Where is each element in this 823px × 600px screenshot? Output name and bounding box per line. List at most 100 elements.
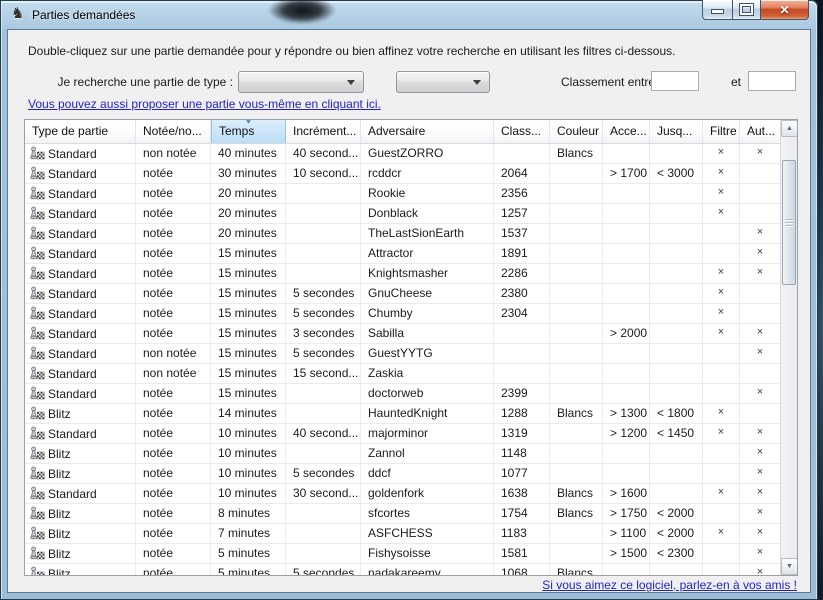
cell-time: 20 minutes: [211, 184, 286, 203]
table-row[interactable]: Blitznotée5 minutes5 secondesnadakareemy…: [25, 564, 797, 576]
column-header-until[interactable]: Jusq...: [650, 120, 703, 143]
cell-rating: 2286: [494, 264, 550, 283]
table-row[interactable]: Standardnotée15 minutes5 secondesChumby2…: [25, 304, 797, 324]
table-row[interactable]: Standardnotée20 minutesTheLastSionEarth1…: [25, 224, 797, 244]
propose-game-link[interactable]: Vous pouvez aussi proposer une partie vo…: [28, 97, 381, 111]
table-row[interactable]: Standardnotée15 minutesdoctorweb2399×: [25, 384, 797, 404]
column-header-auto[interactable]: Aut...: [740, 120, 781, 143]
share-software-link[interactable]: Si vous aimez ce logiciel, parlez-en à v…: [24, 578, 797, 592]
game-type-text: Standard: [48, 287, 97, 301]
table-row[interactable]: Blitznotée8 minutessfcortes1754Blancs> 1…: [25, 504, 797, 524]
cell-type: Standard: [25, 204, 136, 223]
table-row[interactable]: Blitznotée10 minutesZannol1148×: [25, 444, 797, 464]
table-row[interactable]: Standardnotée15 minutesAttractor1891×: [25, 244, 797, 264]
chevron-down-icon: [473, 80, 481, 85]
cell-color: [550, 384, 603, 403]
search-type-label: Je recherche une partie de type :: [20, 75, 233, 89]
column-header-color[interactable]: Couleur: [550, 120, 603, 143]
rating-min-input[interactable]: [651, 71, 699, 91]
title-bar[interactable]: ♞ Parties demandées ✕: [0, 0, 818, 30]
cell-filter: [703, 464, 740, 483]
cell-auto: ×: [740, 324, 781, 343]
cell-filter: ×: [703, 404, 740, 423]
table-row[interactable]: Standardnotée30 minutes10 second...rcddc…: [25, 164, 797, 184]
table-row[interactable]: Standardnotée15 minutes3 secondesSabilla…: [25, 324, 797, 344]
cell-accept: > 1600: [603, 484, 650, 503]
table-row[interactable]: Standardnon notée40 minutes40 second...G…: [25, 144, 797, 164]
cell-accept: [603, 244, 650, 263]
column-header-label: Class...: [501, 124, 541, 138]
cell-rated: notée: [136, 284, 211, 303]
table-row[interactable]: Standardnon notée15 minutes15 second...Z…: [25, 364, 797, 384]
minimize-button[interactable]: [702, 0, 732, 20]
chess-pawn-icon: [29, 286, 45, 301]
table-row[interactable]: Blitznotée14 minutesHauntedKnight1288Bla…: [25, 404, 797, 424]
cell-increment: 40 second...: [286, 144, 361, 163]
table-row[interactable]: Blitznotée10 minutes5 secondesddcf1077×: [25, 464, 797, 484]
close-button[interactable]: ✕: [761, 0, 809, 20]
rating-max-input[interactable]: [748, 71, 796, 91]
close-icon: ✕: [779, 4, 789, 16]
cell-opponent: Zaskia: [361, 364, 494, 383]
cell-rated: notée: [136, 304, 211, 323]
column-header-rated[interactable]: Notée/no...: [136, 120, 211, 143]
game-type-text: Standard: [48, 147, 97, 161]
table-row[interactable]: Standardnotée15 minutes5 secondesGnuChee…: [25, 284, 797, 304]
column-header-rating[interactable]: Class...: [494, 120, 550, 143]
column-header-increment[interactable]: Incrément...: [286, 120, 361, 143]
cell-accept: [603, 184, 650, 203]
cell-type: Blitz: [25, 504, 136, 523]
cell-auto: ×: [740, 424, 781, 443]
column-header-label: Aut...: [747, 124, 775, 138]
table-row[interactable]: Standardnotée15 minutesKnightsmasher2286…: [25, 264, 797, 284]
chess-pawn-icon: [29, 426, 45, 441]
column-header-label: Temps: [219, 124, 254, 138]
vertical-scrollbar[interactable]: ▲ ▼: [780, 120, 797, 575]
cell-until: [650, 144, 703, 163]
cell-type: Standard: [25, 284, 136, 303]
scroll-up-button[interactable]: ▲: [781, 120, 798, 137]
cell-filter: ×: [703, 424, 740, 443]
cell-color: [550, 344, 603, 363]
column-header-time[interactable]: ▼Temps: [211, 120, 286, 143]
cell-auto: ×: [740, 464, 781, 483]
cell-rating: [494, 364, 550, 383]
wallpaper-smudge: [262, 0, 342, 26]
column-header-label: Filtre: [710, 124, 737, 138]
cell-increment: [286, 504, 361, 523]
column-header-opponent[interactable]: Adversaire: [361, 120, 494, 143]
cell-type: Standard: [25, 224, 136, 243]
cell-filter: ×: [703, 284, 740, 303]
column-header-filter[interactable]: Filtre: [703, 120, 740, 143]
cell-color: [550, 464, 603, 483]
cell-color: [550, 324, 603, 343]
maximize-button[interactable]: [732, 0, 761, 20]
table-row[interactable]: Blitznotée7 minutesASFCHESS1183> 1100< 2…: [25, 524, 797, 544]
table-row[interactable]: Standardnotée20 minutesDonblack1257×: [25, 204, 797, 224]
table-row[interactable]: Blitznotée5 minutesFishysoisse1581> 1500…: [25, 544, 797, 564]
cell-time: 15 minutes: [211, 244, 286, 263]
game-time-combobox[interactable]: [396, 71, 490, 93]
cell-until: [650, 224, 703, 243]
intro-text: Double-cliquez sur une partie demandée p…: [28, 44, 675, 58]
table-row[interactable]: Standardnotée10 minutes30 second...golde…: [25, 484, 797, 504]
cell-opponent: Zannol: [361, 444, 494, 463]
game-type-text: Blitz: [48, 527, 71, 541]
cell-type: Blitz: [25, 524, 136, 543]
table-row[interactable]: Standardnotée10 minutes40 second...major…: [25, 424, 797, 444]
cell-color: [550, 524, 603, 543]
scrollbar-thumb[interactable]: [782, 160, 796, 285]
cell-type: Standard: [25, 184, 136, 203]
column-header-label: Acce...: [610, 124, 647, 138]
column-header-accept[interactable]: Acce...: [603, 120, 650, 143]
game-type-combobox[interactable]: [238, 71, 364, 93]
scroll-down-button[interactable]: ▼: [781, 558, 798, 575]
cell-until: [650, 184, 703, 203]
cell-time: 20 minutes: [211, 224, 286, 243]
table-row[interactable]: Standardnon notée15 minutes5 secondesGue…: [25, 344, 797, 364]
cell-accept: [603, 444, 650, 463]
cell-rating: 1288: [494, 404, 550, 423]
table-row[interactable]: Standardnotée20 minutesRookie2356×: [25, 184, 797, 204]
cell-until: [650, 484, 703, 503]
column-header-type[interactable]: Type de partie: [25, 120, 136, 143]
